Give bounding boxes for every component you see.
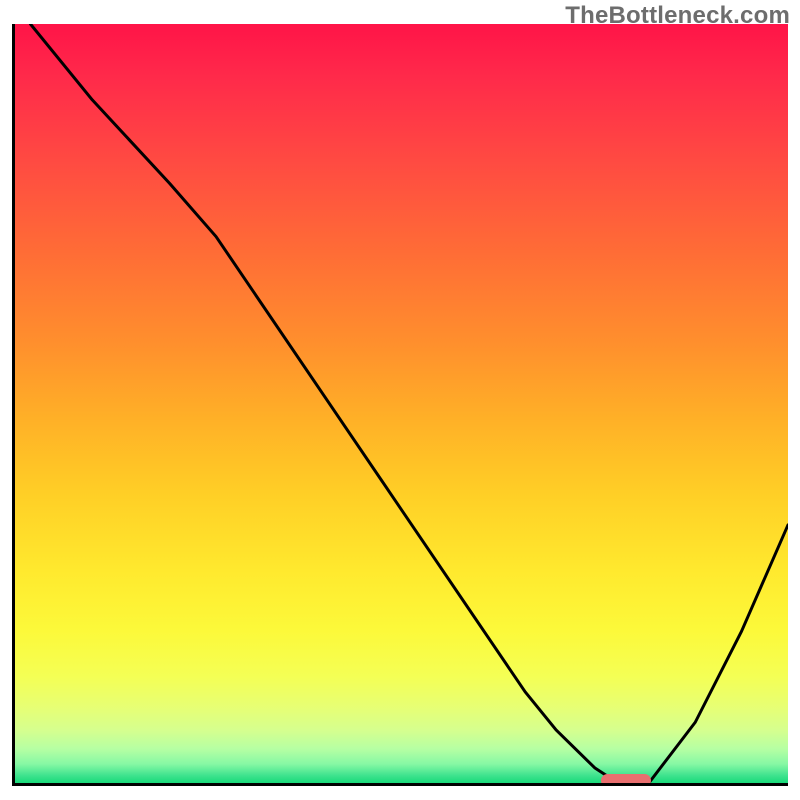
chart-canvas: TheBottleneck.com [0,0,800,800]
plot-area [12,24,788,786]
optimal-range-marker [601,774,651,786]
bottleneck-curve [15,24,788,783]
